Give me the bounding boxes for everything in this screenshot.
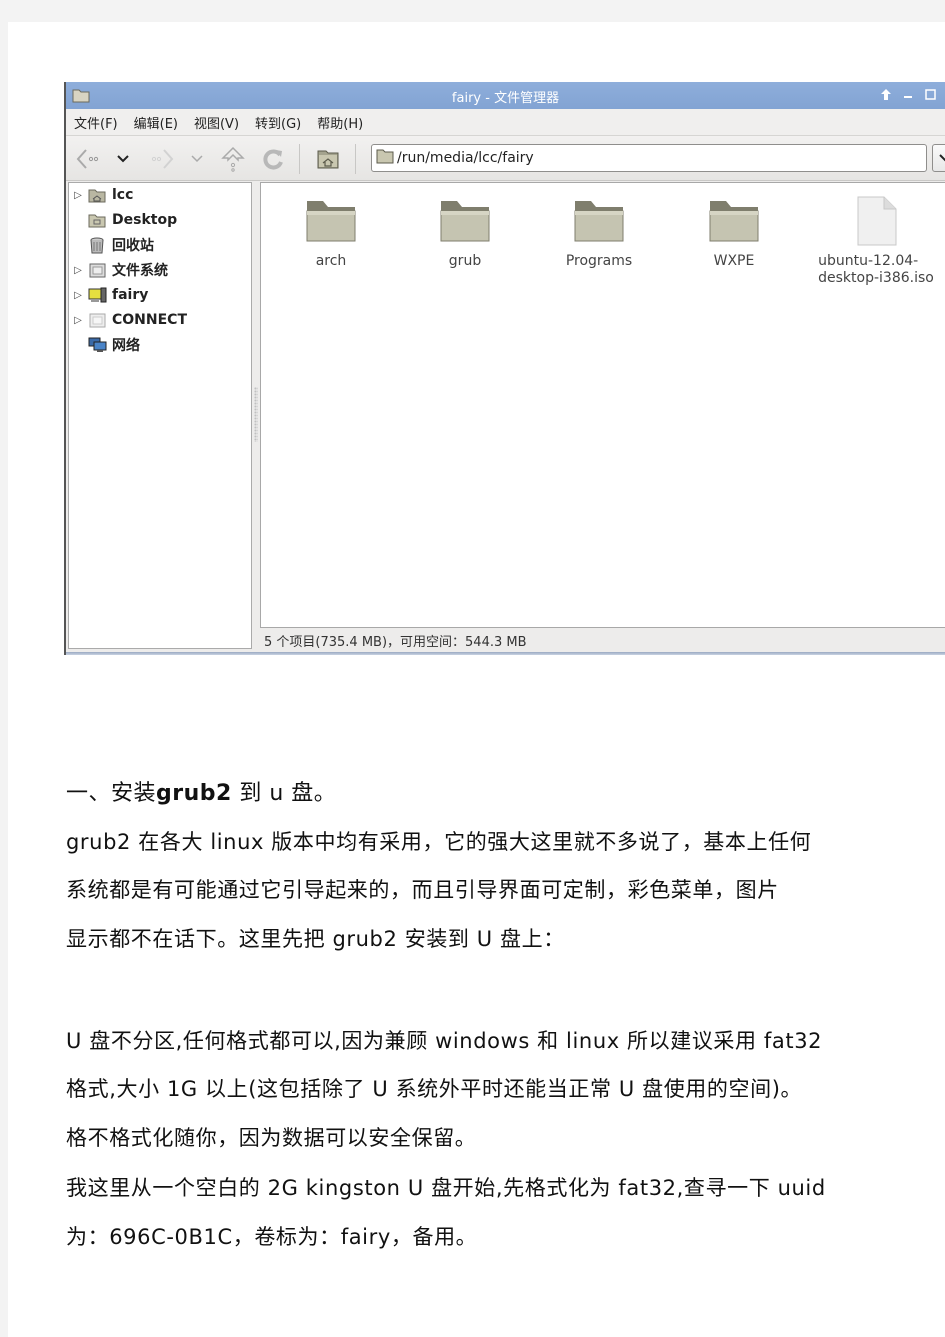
pane-resize-handle[interactable] xyxy=(252,182,260,649)
grip-icon xyxy=(254,387,258,442)
maximize-icon[interactable] xyxy=(923,87,937,101)
paragraph-line: U 盘不分区,任何格式都可以,因为兼顾 windows 和 linux 所以建议… xyxy=(66,1029,823,1053)
file-name: WXPE xyxy=(713,253,755,269)
file-item-iso[interactable]: ubuntu-12.04- desktop-i386.iso xyxy=(806,195,945,287)
expand-arrow-icon[interactable]: ▷ xyxy=(69,265,87,276)
sidebar-item-connect[interactable]: ▷ CONNECT xyxy=(69,308,187,332)
menu-bar: 文件(F) 编辑(E) 视图(V) 转到(G) 帮助(H) xyxy=(66,109,945,135)
menu-file[interactable]: 文件(F) xyxy=(74,113,118,132)
file-name: ubuntu-12.04- desktop-i386.iso xyxy=(818,253,934,286)
up-arrow-icon[interactable] xyxy=(879,87,893,101)
title-bar[interactable]: fairy - 文件管理器 xyxy=(66,82,945,109)
back-icon[interactable] xyxy=(76,146,102,172)
file-name: arch xyxy=(315,253,347,269)
sidebar-item-label: Desktop xyxy=(112,212,178,228)
chevron-down-icon xyxy=(939,154,945,162)
toolbar-separator xyxy=(355,144,356,174)
folder-icon xyxy=(440,201,490,242)
sidebar-item-label: CONNECT xyxy=(112,312,187,328)
sidebar-item-trash[interactable]: 回收站 xyxy=(69,233,154,257)
sidebar-item-label: lcc xyxy=(112,187,134,203)
paragraph-line: 系统都是有可能通过它引导起来的，而且引导界面可定制，彩色菜单，图片 xyxy=(66,878,779,902)
paragraph-line: 为：696C-0B1C，卷标为：fairy，备用。 xyxy=(66,1225,478,1249)
file-name: grub xyxy=(448,253,482,269)
toolbar: /run/media/lcc/fairy xyxy=(66,135,945,181)
expand-arrow-icon[interactable]: ▷ xyxy=(69,315,87,326)
menu-help[interactable]: 帮助(H) xyxy=(317,113,363,132)
menu-view[interactable]: 视图(V) xyxy=(194,113,239,132)
folder-icon xyxy=(574,201,624,242)
location-path[interactable]: /run/media/lcc/fairy xyxy=(397,150,534,166)
paragraph-line: 格式,大小 1G 以上(这包括除了 U 系统外平时还能当正常 U 盘使用的空间)… xyxy=(66,1077,803,1101)
location-bar[interactable]: /run/media/lcc/fairy xyxy=(371,144,927,172)
folder-icon xyxy=(376,148,394,168)
file-item-folder[interactable]: grub xyxy=(405,195,525,270)
sidebar-item-fairy[interactable]: ▷ fairy xyxy=(69,283,148,307)
sidebar-item-filesystem[interactable]: ▷ 文件系统 xyxy=(69,258,168,282)
file-name: Programs xyxy=(565,253,633,269)
document-file-icon xyxy=(857,196,897,246)
paragraph-line: 显示都不在话下。这里先把 grub2 安装到 U 盘上： xyxy=(66,927,565,951)
paragraph-line: 格不格式化随你，因为数据可以安全保留。 xyxy=(66,1126,477,1150)
location-dropdown-button[interactable] xyxy=(932,144,945,172)
toolbar-separator xyxy=(299,144,300,174)
sidebar-item-label: 回收站 xyxy=(112,238,154,254)
section-heading: 一、安装grub2 到 u 盘。 xyxy=(66,781,337,806)
file-icon-view[interactable]: arch grub Programs WXPE ubuntu-12.04- de… xyxy=(260,182,945,628)
reload-icon[interactable] xyxy=(260,146,286,172)
desktop-folder-icon xyxy=(87,211,107,229)
paragraph-line: 我这里从一个空白的 2G kingston U 盘开始,先格式化为 fat32,… xyxy=(66,1176,826,1200)
sidebar-item-desktop[interactable]: Desktop xyxy=(69,208,177,232)
file-item-folder[interactable]: Programs xyxy=(539,195,659,270)
usb-drive-icon xyxy=(87,286,107,304)
sidebar-item-label: fairy xyxy=(112,287,149,303)
status-bar: 5 个项目(735.4 MB)，可用空间：544.3 MB xyxy=(264,634,527,650)
filesystem-icon xyxy=(87,261,107,279)
sidebar-item-lcc[interactable]: ▷ lcc xyxy=(69,183,133,207)
folder-icon xyxy=(306,201,356,242)
paragraph-line: grub2 在各大 linux 版本中均有采用，它的强大这里就不多说了，基本上任… xyxy=(66,830,812,854)
file-manager-window: fairy - 文件管理器 文件(F) 编辑(E) 视图(V) 转到(G) 帮助… xyxy=(64,82,945,655)
expand-arrow-icon[interactable]: ▷ xyxy=(69,290,87,301)
menu-go[interactable]: 转到(G) xyxy=(255,113,301,132)
menu-edit[interactable]: 编辑(E) xyxy=(134,113,178,132)
forward-history-icon[interactable] xyxy=(190,146,204,172)
file-item-folder[interactable]: arch xyxy=(271,195,391,270)
sidebar-item-network[interactable]: 网络 xyxy=(69,333,140,357)
network-icon xyxy=(87,336,107,354)
expand-arrow-icon[interactable]: ▷ xyxy=(69,190,87,201)
file-item-folder[interactable]: WXPE xyxy=(674,195,794,270)
home-icon[interactable] xyxy=(315,146,341,172)
back-history-icon[interactable] xyxy=(116,146,130,172)
window-title: fairy - 文件管理器 xyxy=(451,91,560,106)
sidebar-tree: ▷ lcc Desktop 回收站 ▷ 文件系统 ▷ fairy ▷ CONNE… xyxy=(68,182,252,649)
forward-icon[interactable] xyxy=(148,146,174,172)
sidebar-item-label: 网络 xyxy=(112,338,140,354)
window-bottom-border xyxy=(66,652,945,655)
trash-icon xyxy=(87,236,107,254)
folder-icon xyxy=(709,201,759,242)
minimize-icon[interactable] xyxy=(901,87,915,101)
drive-icon xyxy=(87,311,107,329)
up-icon[interactable] xyxy=(220,146,246,172)
home-folder-icon xyxy=(87,186,107,204)
sidebar-item-label: 文件系统 xyxy=(112,263,168,279)
